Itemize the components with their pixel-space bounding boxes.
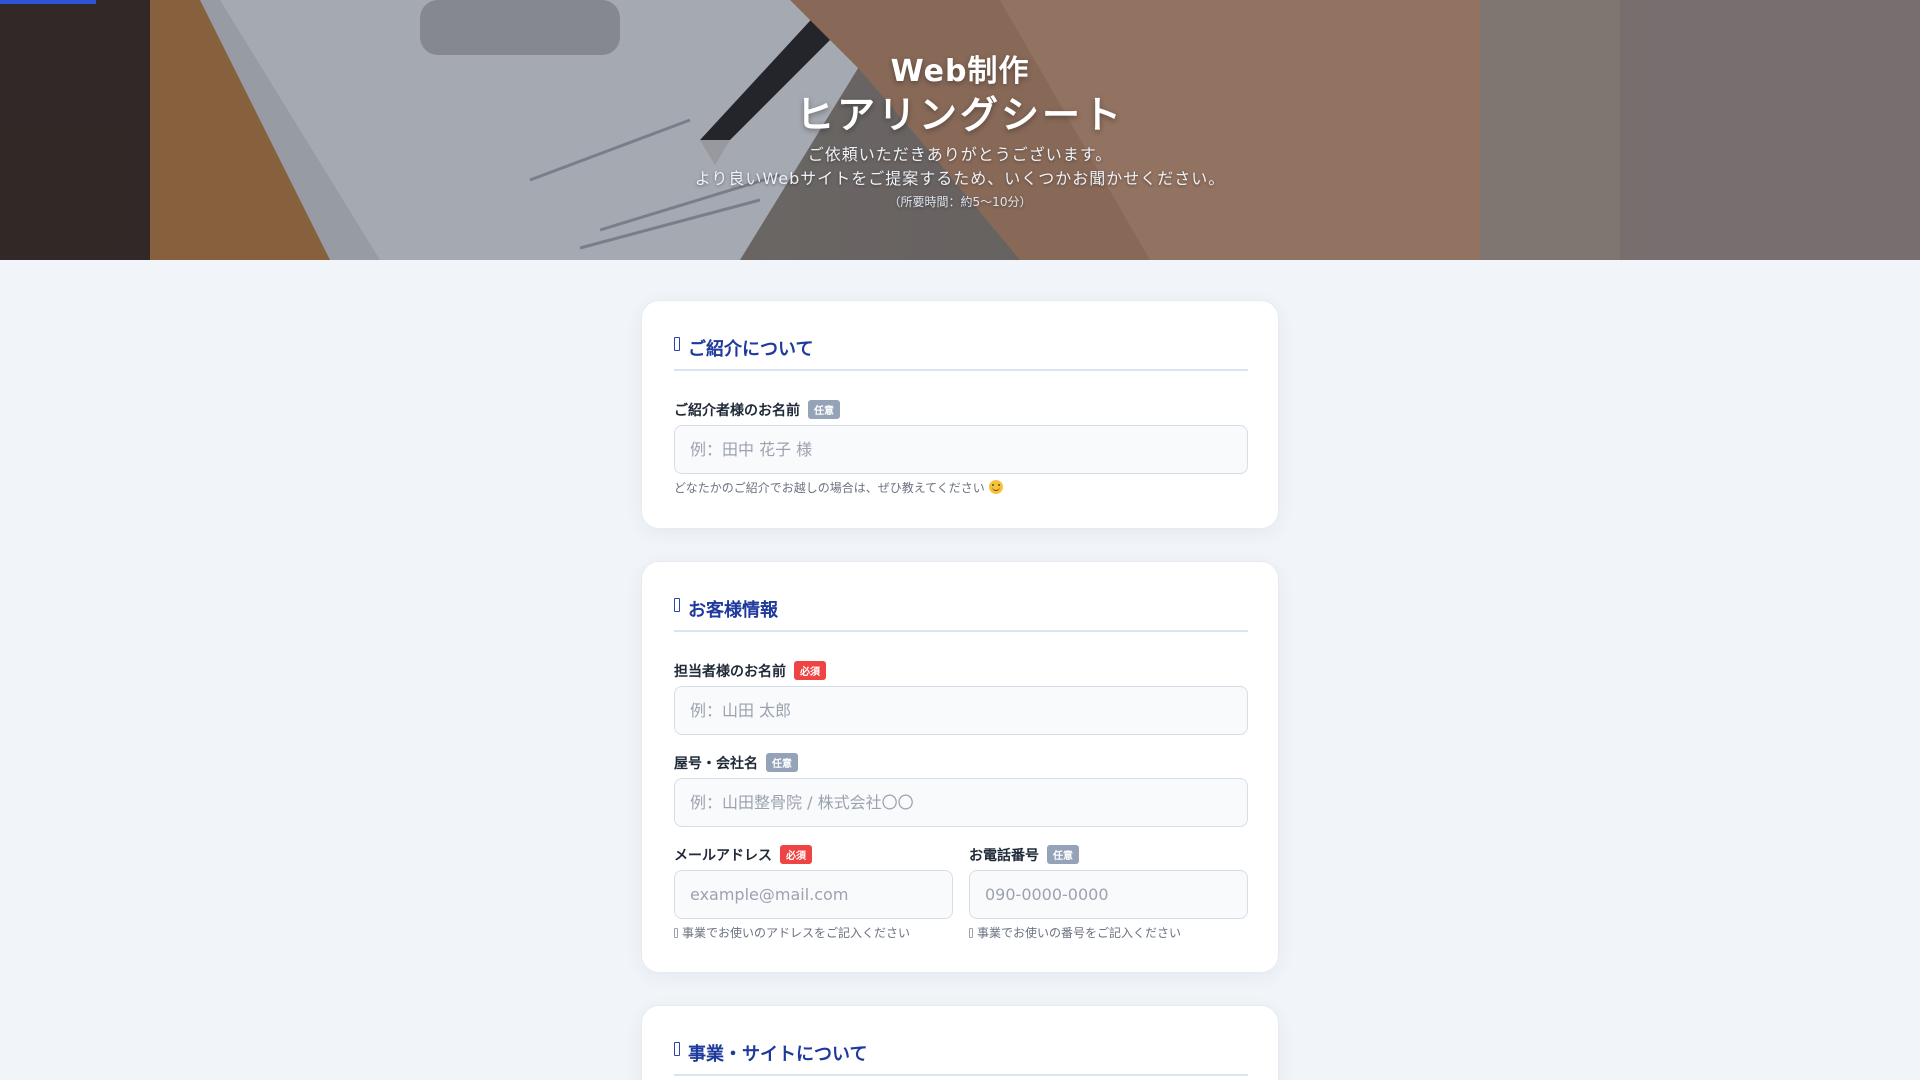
required-badge: 必須 [794, 661, 826, 680]
hero-header: Web制作 ヒアリングシート ご依頼いただきありがとうございます。 より良いWe… [0, 0, 1920, 260]
progress-bar [0, 0, 1920, 4]
company-name-input[interactable] [674, 778, 1248, 827]
section-title-customer: お客様情報 [688, 600, 778, 621]
email-label: メールアドレス 必須 [674, 845, 812, 865]
company-name-label: 屋号・会社名 任意 [674, 753, 798, 773]
phone-help-text: 事業でお使いの番号をご記入ください [969, 924, 1181, 941]
phone-label: お電話番号 任意 [969, 845, 1079, 865]
progress-bar-fill [0, 0, 96, 4]
hero-subtitle-line1: ご依頼いただきありがとうございます。 [807, 145, 1113, 164]
section-title-business: 事業・サイトについて [688, 1044, 868, 1065]
referrer-help-text: どなたかのご紹介でお越しの場合は、ぜひ教えてください [674, 479, 1003, 496]
section-title-referral: ご紹介について [688, 339, 814, 360]
email-label-text: メールアドレス [674, 848, 772, 864]
contact-name-input[interactable] [674, 686, 1248, 735]
section-header: ご紹介について [674, 301, 1248, 371]
phone-label-text: お電話番号 [969, 848, 1039, 864]
hero-content: Web制作 ヒアリングシート ご依頼いただきありがとうございます。 より良いWe… [0, 0, 1920, 260]
referrer-name-input[interactable] [674, 425, 1248, 474]
document-icon [674, 598, 680, 612]
section-header: お客様情報 [674, 562, 1248, 632]
company-name-label-text: 屋号・会社名 [674, 756, 758, 772]
contact-name-label: 担当者様のお名前 必須 [674, 661, 826, 681]
referrer-name-label-text: ご紹介者様のお名前 [674, 403, 800, 419]
optional-badge: 任意 [808, 400, 840, 419]
page-title-line2: ヒアリングシート [795, 93, 1124, 137]
contact-name-label-text: 担当者様のお名前 [674, 664, 786, 680]
business-section-card: 事業・サイトについて [641, 1005, 1279, 1080]
smile-icon [988, 480, 1003, 494]
hero-time-note: （所要時間：約5〜10分） [888, 195, 1032, 209]
optional-badge: 任意 [1047, 845, 1079, 864]
phone-help-text-content: 事業でお使いの番号をご記入ください [977, 926, 1182, 940]
document-icon [674, 337, 680, 351]
document-icon [674, 1042, 680, 1056]
referrer-name-label: ご紹介者様のお名前 任意 [674, 400, 840, 420]
email-input[interactable] [674, 870, 953, 919]
info-icon [674, 928, 678, 938]
required-badge: 必須 [780, 845, 812, 864]
email-help-text: 事業でお使いのアドレスをご記入ください [674, 924, 910, 941]
referral-section-card: ご紹介について ご紹介者様のお名前任意 どなたかのご紹介でお越しの場合は、ぜひ教… [641, 300, 1279, 529]
email-help-text-content: 事業でお使いのアドレスをご記入ください [682, 926, 911, 940]
section-header: 事業・サイトについて [674, 1006, 1248, 1076]
phone-input[interactable] [969, 870, 1248, 919]
hero-subtitle-line2: より良いWebサイトをご提案するため、いくつかお聞かせください。 [694, 169, 1226, 188]
referrer-help-text-content: どなたかのご紹介でお越しの場合は、ぜひ教えてください [674, 481, 985, 495]
optional-badge: 任意 [766, 753, 798, 772]
info-icon [969, 928, 973, 938]
customer-info-section-card: お客様情報 担当者様のお名前必須 屋号・会社名任意 メールアドレス必須 事業でお… [641, 561, 1279, 973]
